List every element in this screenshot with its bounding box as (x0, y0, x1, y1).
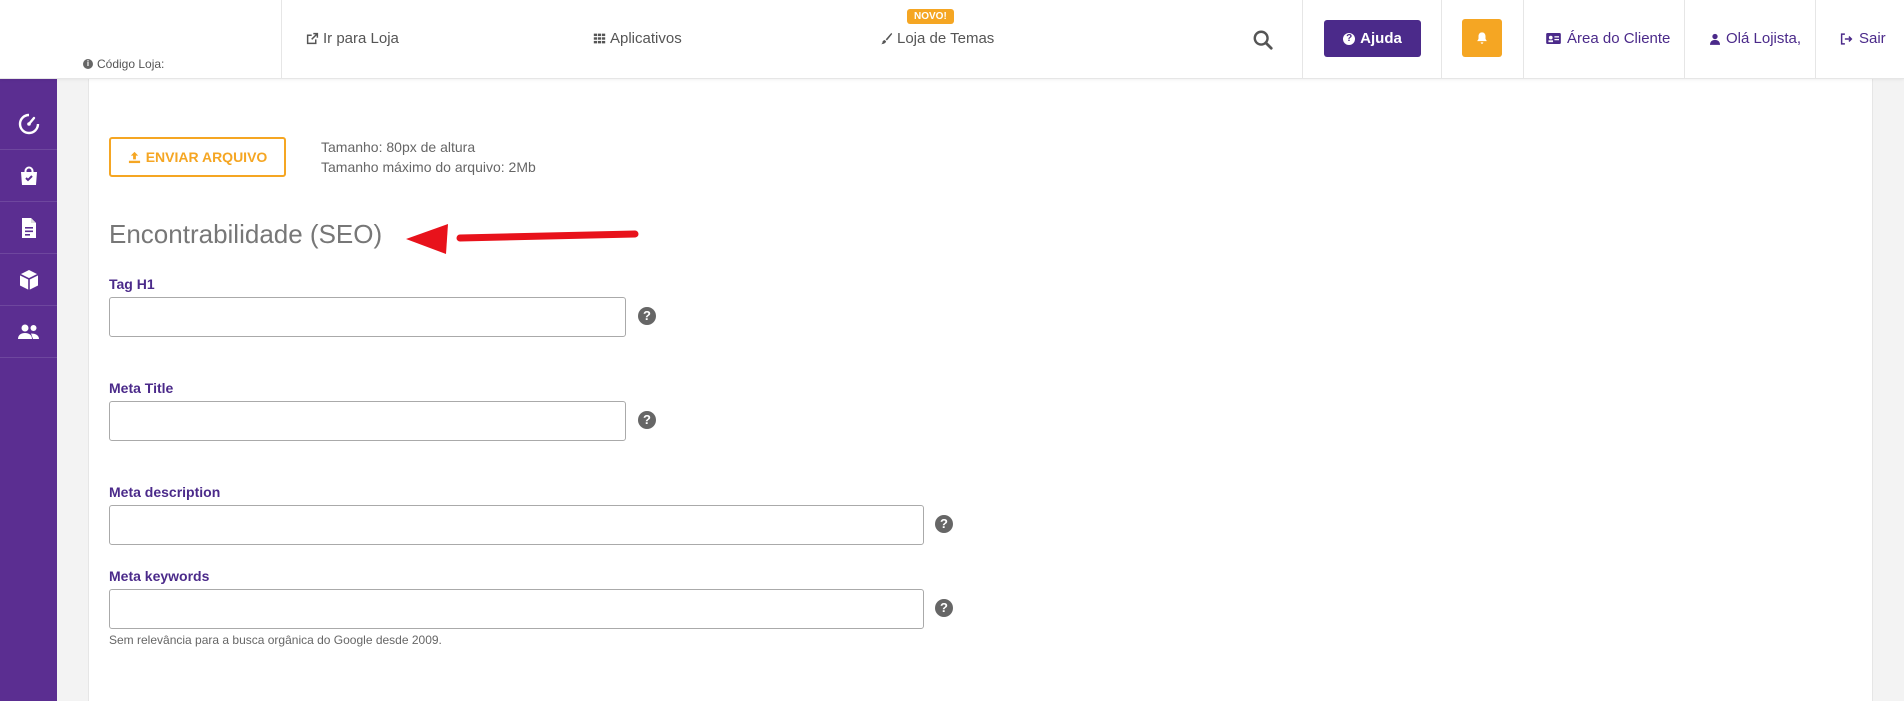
apps-label: Aplicativos (610, 30, 682, 47)
sidebar-item-products[interactable] (0, 254, 57, 306)
external-link-icon (306, 32, 319, 45)
sidebar-item-customers[interactable] (0, 306, 57, 358)
header-divider (1523, 0, 1524, 79)
id-card-icon (1546, 33, 1561, 44)
upload-file-label: ENVIAR ARQUIVO (145, 149, 268, 165)
seo-section-title: Encontrabilidade (SEO) (109, 219, 383, 249)
client-area-link[interactable]: Área do Cliente (1546, 30, 1670, 47)
sidebar (0, 79, 57, 701)
user-greeting-label: Olá Lojista, (1726, 30, 1802, 47)
meta-keywords-label: Meta keywords (109, 568, 210, 584)
go-to-store-link[interactable]: Ir para Loja (306, 30, 399, 47)
question-circle-icon[interactable]: ? (935, 599, 953, 617)
header-divider (1815, 0, 1816, 79)
top-bar: i Código Loja: Ir para Loja Aplicativos … (0, 0, 1904, 79)
question-circle-icon[interactable]: ? (638, 307, 656, 325)
question-icon: ? (1343, 32, 1356, 45)
header-divider (1302, 0, 1303, 79)
box-icon (19, 269, 38, 290)
search-icon[interactable] (1252, 29, 1274, 51)
meta-description-label: Meta description (109, 484, 221, 500)
user-greeting[interactable]: Olá Lojista, (1710, 30, 1801, 47)
header-divider (1684, 0, 1685, 79)
notifications-button[interactable] (1462, 19, 1502, 57)
meta-keywords-input[interactable] (109, 589, 924, 629)
info-icon: i (83, 59, 93, 69)
brush-icon (880, 32, 893, 45)
speedometer-icon (18, 113, 39, 134)
document-icon (21, 217, 36, 238)
question-circle-icon[interactable]: ? (638, 411, 656, 429)
meta-title-input[interactable] (109, 401, 626, 441)
upload-info: Tamanho: 80px de altura Tamanho máximo d… (321, 137, 536, 177)
meta-description-input[interactable] (109, 505, 924, 545)
upload-file-button[interactable]: ENVIAR ARQUIVO (109, 137, 286, 177)
theme-store-label: Loja de Temas (897, 30, 995, 47)
meta-keywords-note: Sem relevância para a busca orgânica do … (109, 633, 442, 647)
brand-area: i Código Loja: (0, 0, 282, 79)
question-circle-icon[interactable]: ? (935, 515, 953, 533)
sidebar-item-pages[interactable] (0, 202, 57, 254)
help-label: Ajuda (1360, 30, 1402, 47)
sidebar-item-orders[interactable] (0, 150, 57, 202)
store-code-label: Código Loja: (97, 57, 165, 71)
logout-link[interactable]: Sair (1840, 30, 1886, 47)
user-icon (1710, 33, 1720, 45)
users-icon (17, 324, 39, 339)
sidebar-item-dashboard[interactable] (0, 98, 57, 150)
go-to-store-label: Ir para Loja (323, 30, 399, 47)
apps-link[interactable]: Aplicativos (593, 30, 682, 47)
tag-h1-label: Tag H1 (109, 276, 155, 292)
help-button[interactable]: ? Ajuda (1324, 20, 1421, 57)
client-area-label: Área do Cliente (1567, 30, 1671, 47)
new-badge: NOVO! (907, 9, 954, 24)
tag-h1-input[interactable] (109, 297, 626, 337)
header-divider (1441, 0, 1442, 79)
logout-label: Sair (1859, 30, 1886, 47)
shopping-bag-icon (20, 166, 37, 185)
upload-size-info: Tamanho: 80px de altura (321, 139, 476, 155)
theme-store-link[interactable]: Loja de Temas (880, 30, 994, 47)
store-code: i Código Loja: (83, 57, 164, 71)
upload-max-size-info: Tamanho máximo do arquivo: 2Mb (321, 159, 536, 175)
meta-title-label: Meta Title (109, 380, 174, 396)
bell-icon (1477, 32, 1487, 44)
grid-icon (593, 33, 606, 44)
upload-icon (128, 151, 140, 163)
annotation-arrow-icon (406, 224, 639, 254)
sign-out-icon (1840, 32, 1853, 45)
